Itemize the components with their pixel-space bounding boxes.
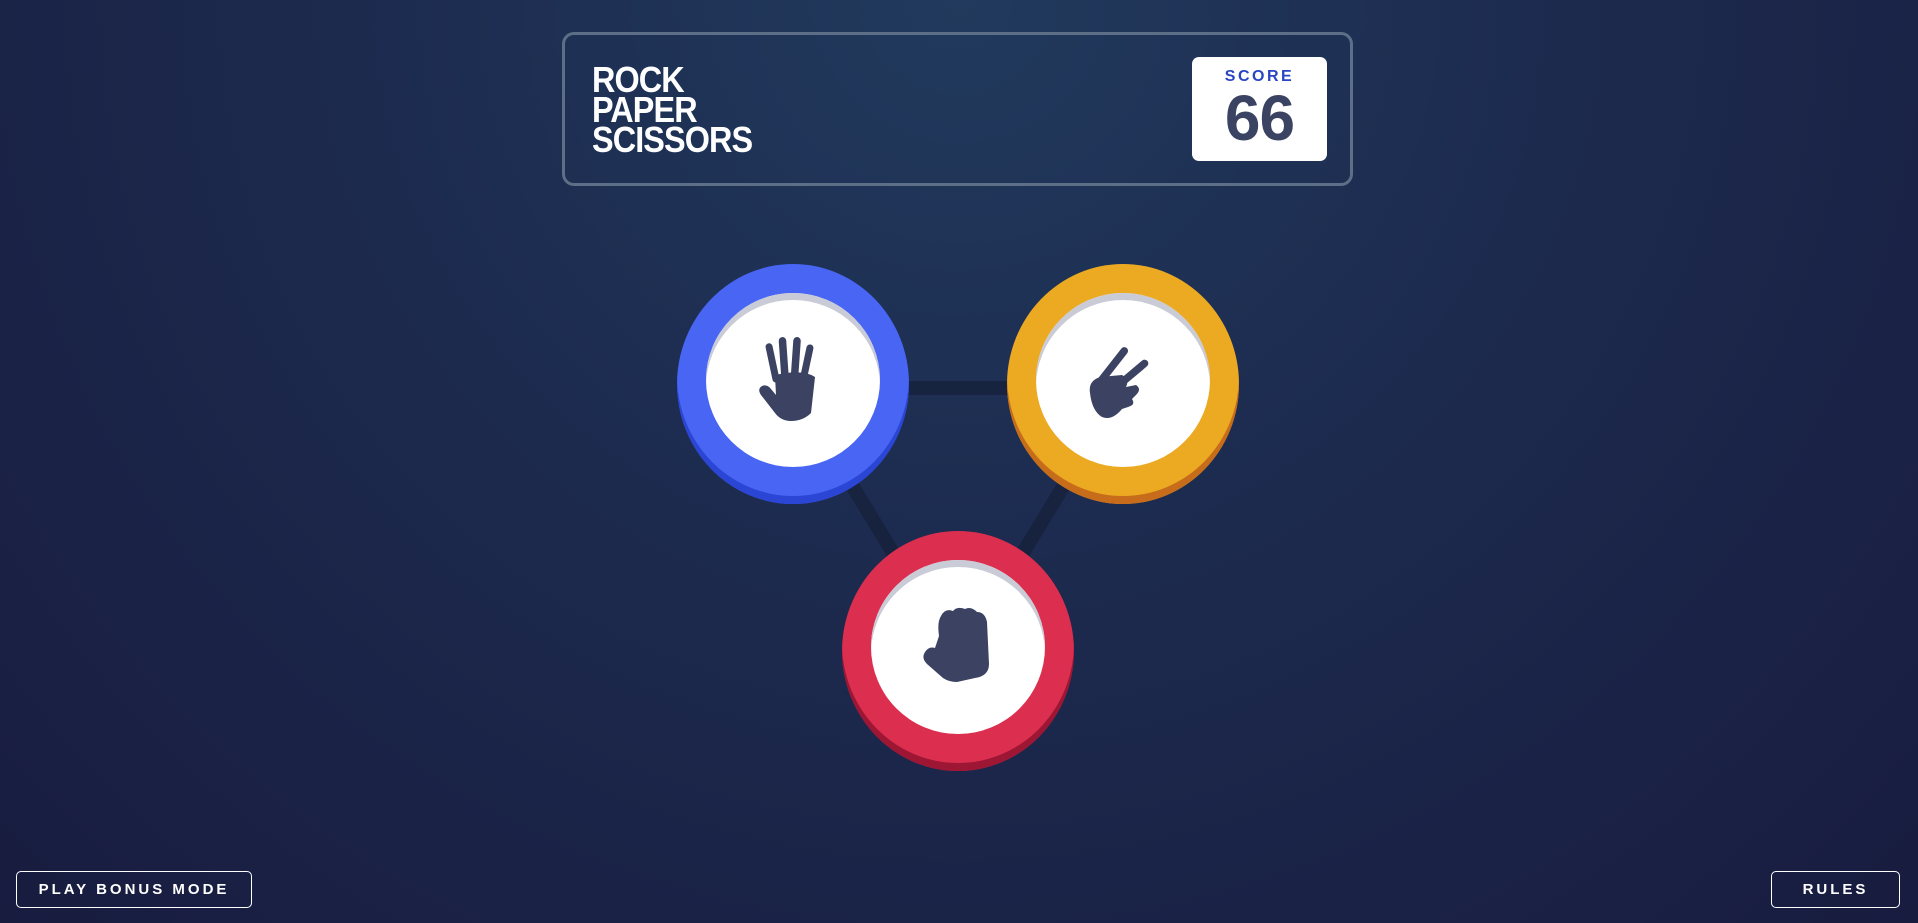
triangle-connector: [786, 381, 1130, 667]
paper-hand-icon: [759, 337, 815, 421]
rules-button[interactable]: RULES: [1771, 871, 1900, 908]
paper-choice-button[interactable]: [677, 264, 909, 504]
rock-choice-button[interactable]: [842, 531, 1074, 771]
scissors-choice-button[interactable]: [1007, 264, 1239, 504]
scissors-hand-icon: [1089, 347, 1149, 418]
play-bonus-mode-button[interactable]: PLAY BONUS MODE: [16, 871, 252, 908]
rock-fist-icon: [923, 607, 989, 682]
scissors-choice-face: [1036, 293, 1210, 467]
rock-choice-face: [871, 560, 1045, 734]
paper-choice-face: [706, 293, 880, 467]
